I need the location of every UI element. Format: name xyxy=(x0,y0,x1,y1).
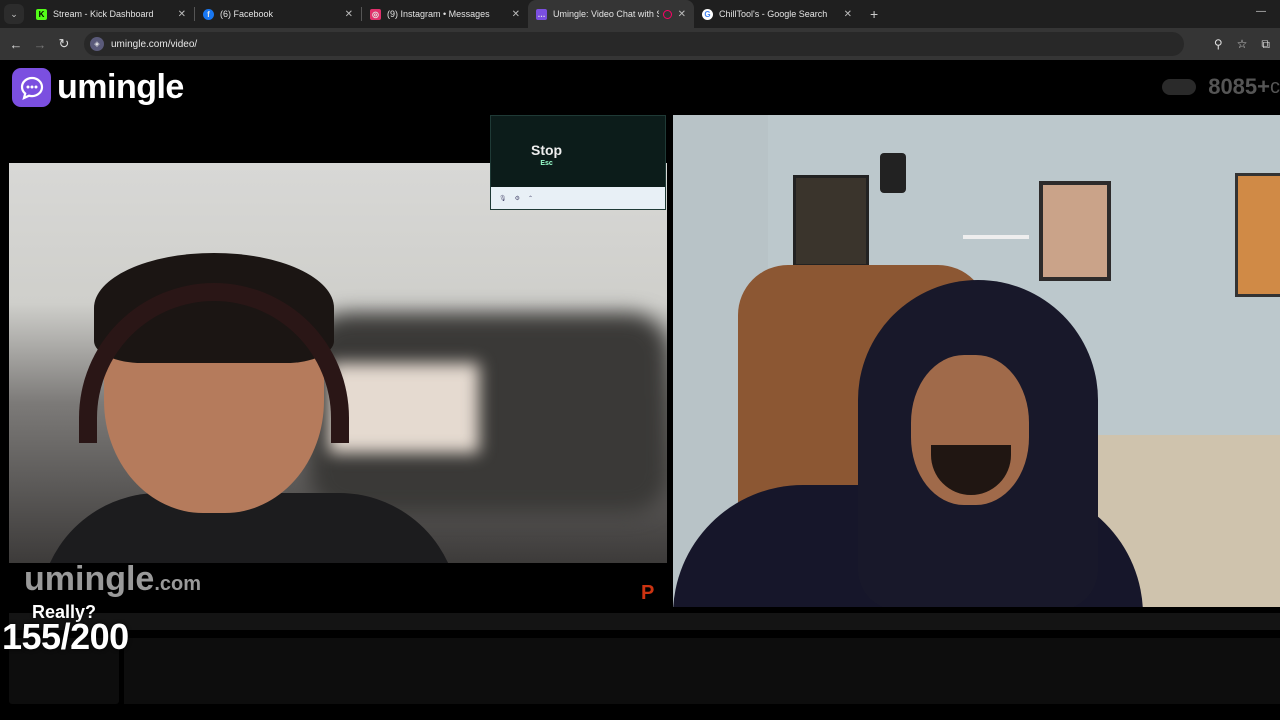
settings-icon[interactable]: ⚙ xyxy=(515,195,520,202)
wall-painting xyxy=(1235,173,1280,297)
close-icon[interactable]: ✕ xyxy=(178,9,186,20)
local-person xyxy=(39,253,459,563)
address-bar[interactable]: ◈ umingle.com/video/ xyxy=(84,32,1184,56)
status-toggle[interactable] xyxy=(1162,79,1197,95)
chat-bubble-icon xyxy=(12,68,51,107)
online-count: 8085+ xyxy=(1208,74,1270,99)
tab-kick-dashboard[interactable]: K Stream - Kick Dashboard ✕ xyxy=(28,0,194,28)
site-info-icon[interactable]: ◈ xyxy=(90,37,104,51)
bookmark-star-icon[interactable]: ☆ xyxy=(1237,37,1248,51)
chat-panel[interactable] xyxy=(124,638,1280,704)
close-icon[interactable]: ✕ xyxy=(512,9,520,20)
kick-icon: K xyxy=(36,8,47,20)
new-tab-button[interactable]: + xyxy=(870,6,878,22)
capture-toolbar: 🎙 ⚙ ⌃ xyxy=(491,187,665,209)
back-arrow-icon[interactable]: ← xyxy=(4,37,28,52)
google-icon: G xyxy=(702,8,713,20)
wall-poster xyxy=(793,175,869,267)
tab-instagram[interactable]: ◎ (9) Instagram • Messages ✕ xyxy=(362,0,528,28)
stop-sharing-button[interactable]: Stop Esc xyxy=(531,142,563,170)
close-icon[interactable]: ✕ xyxy=(345,9,353,20)
site-logo[interactable]: umingle xyxy=(12,68,184,107)
tab-title: ChillTool's - Google Search xyxy=(719,9,828,19)
umingle-watermark: umingle.com xyxy=(24,560,201,599)
close-icon[interactable]: ✕ xyxy=(844,9,852,20)
online-users: 8085+ c xyxy=(1162,74,1280,100)
extensions-icon[interactable]: ⧉ xyxy=(1261,37,1270,52)
logo-text: umingle xyxy=(57,68,184,106)
watermark-suffix: .com xyxy=(154,573,202,595)
wall-portrait xyxy=(1039,181,1111,281)
mic-icon[interactable]: 🎙 xyxy=(499,195,507,202)
report-icon[interactable]: P xyxy=(641,582,654,605)
local-video xyxy=(9,163,667,563)
tab-umingle[interactable]: … Umingle: Video Chat with S ✕ xyxy=(528,0,694,28)
chevron-up-icon[interactable]: ⌃ xyxy=(528,195,533,202)
wall-shelf xyxy=(963,235,1029,239)
tab-title: (9) Instagram • Messages xyxy=(387,9,490,19)
umingle-page: umingle 8085+ c umingle.com P Stop Esc 🎙 … xyxy=(0,60,1280,720)
tab-facebook[interactable]: f (6) Facebook ✕ xyxy=(195,0,361,28)
facebook-icon: f xyxy=(203,8,214,20)
instagram-icon: ◎ xyxy=(370,8,381,20)
stop-label: Stop xyxy=(531,142,563,158)
forward-arrow-icon[interactable]: → xyxy=(28,37,52,52)
tab-google-search[interactable]: G ChillTool's - Google Search ✕ xyxy=(694,0,860,28)
tab-title: Umingle: Video Chat with S xyxy=(553,9,659,19)
url-text: umingle.com/video/ xyxy=(111,38,198,50)
stream-counter: 155/200 xyxy=(2,616,129,657)
reload-icon[interactable]: ↻ xyxy=(52,36,76,52)
stop-hint: Esc xyxy=(540,160,553,167)
watermark-main: umingle xyxy=(24,560,155,598)
online-suffix: c xyxy=(1270,75,1280,98)
toolbar-actions: ⚲ ☆ ⧉ xyxy=(1214,28,1270,60)
browser-toolbar: ← → ↻ ◈ umingle.com/video/ ⚲ ☆ ⧉ xyxy=(0,28,1280,60)
minimize-icon[interactable]: — xyxy=(1256,6,1266,17)
chat-divider xyxy=(9,613,1280,630)
browser-tab-strip: ⌄ K Stream - Kick Dashboard ✕ f (6) Face… xyxy=(0,0,1280,28)
chevron-down-icon: ⌄ xyxy=(10,8,18,19)
screen-share-popup: Stop Esc 🎙 ⚙ ⌃ xyxy=(490,115,666,210)
remote-video xyxy=(673,115,1280,607)
close-icon[interactable]: ✕ xyxy=(678,9,686,20)
tab-title: (6) Facebook xyxy=(220,9,274,19)
zoom-icon[interactable]: ⚲ xyxy=(1214,37,1223,51)
tab-search-button[interactable]: ⌄ xyxy=(4,4,24,24)
umingle-icon: … xyxy=(536,8,547,20)
tab-title: Stream - Kick Dashboard xyxy=(53,9,154,19)
recording-icon xyxy=(662,9,672,19)
speaker xyxy=(880,153,906,193)
